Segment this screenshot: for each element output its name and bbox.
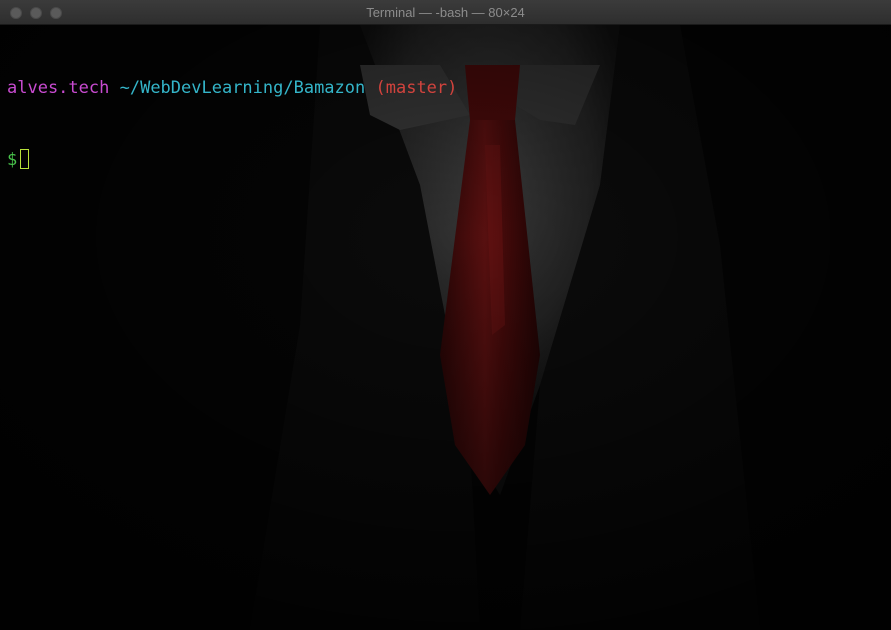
terminal-content[interactable]: alves.tech ~/WebDevLearning/Bamazon (mas… — [0, 25, 891, 630]
terminal-output: alves.tech ~/WebDevLearning/Bamazon (mas… — [7, 28, 457, 220]
git-branch: (master) — [375, 78, 458, 98]
terminal-window: Terminal — -bash — 80×24 alves.tech ~/We… — [0, 0, 891, 630]
host-name: alves.tech — [7, 78, 110, 98]
window-title: Terminal — -bash — 80×24 — [366, 5, 525, 20]
working-directory: ~/WebDevLearning/Bamazon — [119, 78, 366, 98]
title-bar[interactable]: Terminal — -bash — 80×24 — [0, 0, 891, 25]
input-line[interactable]: $ — [7, 148, 457, 172]
text-cursor — [20, 149, 30, 169]
prompt-line: alves.tech ~/WebDevLearning/Bamazon (mas… — [7, 76, 457, 100]
prompt-symbol: $ — [7, 150, 18, 170]
